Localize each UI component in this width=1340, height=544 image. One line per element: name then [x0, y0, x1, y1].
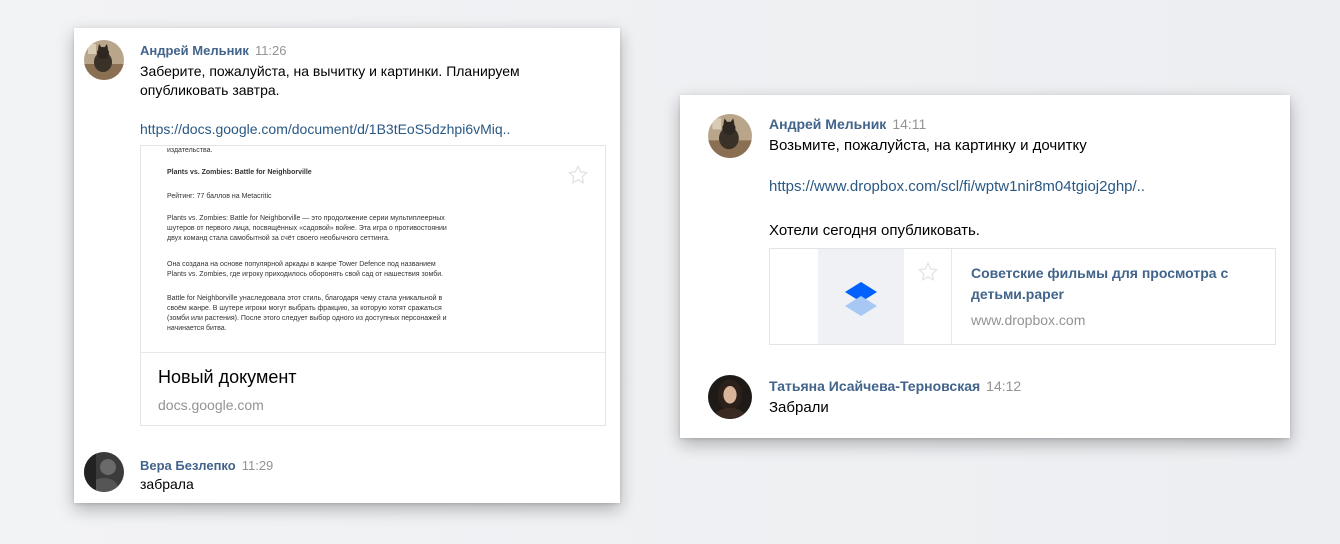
message-author[interactable]: Андрей Мельник 11:26 — [140, 43, 287, 58]
message-text: Забрали — [769, 399, 829, 416]
message-time: 14:11 — [892, 116, 927, 132]
link-preview-dropbox[interactable]: Советские фильмы для просмотра с детьми.… — [769, 248, 1276, 345]
cat-photo-icon — [84, 40, 124, 80]
star-icon[interactable] — [917, 261, 939, 283]
message-text: Хотели сегодня опубликовать. — [769, 222, 980, 239]
person-photo-icon — [84, 452, 124, 492]
message-time: 11:26 — [254, 43, 287, 58]
cat-photo-icon — [708, 114, 752, 158]
doc-thumbnail: издательства. Plants vs. Zombies: Battle… — [141, 146, 605, 353]
message-time: 11:29 — [241, 458, 274, 473]
link-preview-google-doc[interactable]: издательства. Plants vs. Zombies: Battle… — [140, 145, 606, 426]
message-line: Заберите, пожалуйста, на вычитку и карти… — [140, 63, 520, 79]
avatar-andrey[interactable] — [708, 114, 752, 158]
author-name[interactable]: Вера Безлепко — [140, 458, 236, 473]
message-link[interactable]: https://www.dropbox.com/scl/fi/wptw1nir8… — [769, 178, 1145, 195]
doc-line: начинается битва. — [167, 325, 227, 332]
chat-screenshot-left: Андрей Мельник 11:26 Заберите, пожалуйста… — [74, 28, 620, 503]
message-author[interactable]: Вера Безлепко 11:29 — [140, 458, 273, 473]
message-author[interactable]: Андрей Мельник 14:11 — [769, 116, 926, 132]
preview-title[interactable]: Новый документ — [158, 367, 297, 388]
doc-line: Battle for Neighborville унаследовала эт… — [167, 295, 443, 302]
preview-title[interactable]: Советские фильмы для просмотра с детьми.… — [971, 263, 1251, 305]
star-icon[interactable] — [567, 164, 589, 186]
person-photo-icon — [708, 375, 752, 419]
preview-domain: docs.google.com — [158, 397, 264, 413]
doc-line: издательства. — [167, 147, 213, 154]
doc-line: двух команд стала самобытной за счёт сво… — [167, 235, 390, 242]
avatar-vera[interactable] — [84, 452, 124, 492]
author-name[interactable]: Андрей Мельник — [769, 116, 886, 132]
chat-screenshot-right: Андрей Мельник 14:11 Возьмите, пожалуйста… — [680, 95, 1290, 438]
divider — [951, 249, 952, 344]
doc-line: Plants vs. Zombies, где игроку приходило… — [167, 271, 444, 278]
author-name[interactable]: Татьяна Исайчева-Терновская — [769, 378, 980, 394]
message-text: Заберите, пожалуйста, на вычитку и карти… — [140, 62, 520, 100]
doc-line: шутеров от первого лица, посвящённых «са… — [167, 225, 447, 232]
doc-line: (зомби или растения). После этого следуе… — [167, 315, 447, 322]
doc-line: своём жанре. В шутере игроки могут выбра… — [167, 305, 442, 312]
doc-heading: Plants vs. Zombies: Battle for Neighborv… — [167, 169, 312, 176]
doc-line: Plants vs. Zombies: Battle for Neighborv… — [167, 215, 445, 222]
message-text: забрала — [140, 476, 194, 492]
preview-domain: www.dropbox.com — [971, 312, 1086, 328]
dropbox-paper-icon — [845, 282, 877, 316]
preview-title-line: Советские фильмы для просмотра с — [971, 265, 1229, 281]
doc-line: Рейтинг: 77 баллов на Metacritic — [167, 193, 272, 200]
doc-line: Она создана на основе популярной аркады … — [167, 261, 436, 268]
preview-title-line: детьми.paper — [971, 286, 1064, 302]
author-name[interactable]: Андрей Мельник — [140, 43, 249, 58]
preview-thumbnail — [818, 249, 904, 344]
message-time: 14:12 — [986, 378, 1022, 394]
message-link[interactable]: https://docs.google.com/document/d/1B3tE… — [140, 121, 510, 137]
avatar-tatyana[interactable] — [708, 375, 752, 419]
message-line: опубликовать завтра. — [140, 82, 280, 98]
message-author[interactable]: Татьяна Исайчева-Терновская 14:12 — [769, 378, 1021, 394]
avatar-andrey[interactable] — [84, 40, 124, 80]
message-text: Возьмите, пожалуйста, на картинку и дочи… — [769, 137, 1087, 154]
